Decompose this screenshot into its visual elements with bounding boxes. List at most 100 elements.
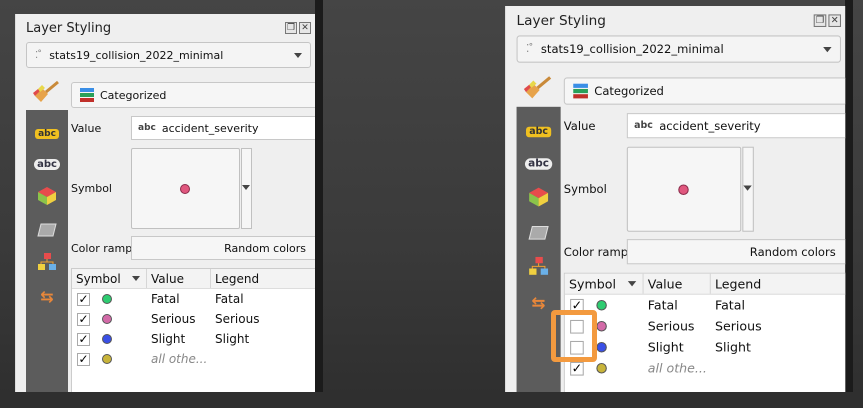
value-label: Value xyxy=(563,119,596,134)
category-legend: Fatal xyxy=(215,292,244,306)
paintbrush-icon xyxy=(33,80,59,102)
column-header-symbol[interactable]: Symbol xyxy=(565,273,644,294)
paintbrush-icon xyxy=(523,76,552,99)
layer-select[interactable]: ⁚˚ stats19_collision_2022_minimal xyxy=(516,35,841,63)
value-field-select[interactable]: abc accident_severity xyxy=(131,116,315,140)
close-icon[interactable]: ✕ xyxy=(828,14,841,27)
categorized-icon xyxy=(80,88,94,102)
symbol-label: Symbol xyxy=(563,182,607,197)
category-value: Fatal xyxy=(647,297,678,313)
history-tab-icon[interactable]: ⇆ xyxy=(34,286,60,306)
float-icon[interactable]: ❐ xyxy=(813,14,827,27)
category-row[interactable]: Serious Serious xyxy=(565,316,845,337)
bottom-bar xyxy=(0,392,863,408)
layer-name: stats19_collision_2022_minimal xyxy=(49,48,224,62)
symbol-label: Symbol xyxy=(71,182,112,195)
symbol-preview xyxy=(678,184,689,195)
renderer-select[interactable]: Categorized xyxy=(71,82,315,108)
text-field-icon: abc xyxy=(138,123,156,133)
category-checkbox[interactable]: ✓ xyxy=(77,332,90,346)
3d-view-tab-icon[interactable] xyxy=(34,186,60,206)
category-checkbox[interactable]: ✓ xyxy=(77,292,90,306)
highlight-box xyxy=(551,310,597,362)
category-row[interactable]: ✓ Slight Slight xyxy=(72,329,315,349)
diagram-tab-icon[interactable] xyxy=(525,256,552,277)
category-legend: Serious xyxy=(715,318,762,334)
stage: Layer Styling ❐ ✕ ⁚˚ stats19_collision_2… xyxy=(0,0,863,392)
history-tab-icon[interactable]: ⇆ xyxy=(525,292,552,313)
map-canvas-edge xyxy=(845,0,853,392)
category-value: Slight xyxy=(151,332,186,346)
category-value: Fatal xyxy=(151,292,180,306)
point-layer-icon: ⁚˚ xyxy=(35,49,42,61)
category-row[interactable]: ✓ all othe... xyxy=(72,349,315,369)
symbol-dropdown-button[interactable] xyxy=(742,146,754,232)
float-icon[interactable]: ❐ xyxy=(285,22,297,34)
text-field-icon: abc xyxy=(634,120,653,131)
symbol-button[interactable] xyxy=(626,146,742,232)
panel-title: Layer Styling xyxy=(26,21,112,36)
category-row[interactable]: ✓ all othe... xyxy=(565,358,845,379)
category-symbol[interactable] xyxy=(102,314,112,324)
labels-tab-icon[interactable]: abc xyxy=(34,124,60,144)
category-checkbox[interactable]: ✓ xyxy=(77,312,90,326)
renderer-label: Categorized xyxy=(100,88,167,102)
value-field-select[interactable]: abc accident_severity xyxy=(626,113,846,139)
chevron-down-icon xyxy=(294,53,302,58)
layer-name: stats19_collision_2022_minimal xyxy=(540,42,724,56)
category-value: all othe... xyxy=(151,352,208,366)
value-label: Value xyxy=(71,122,102,135)
category-symbol[interactable] xyxy=(596,300,607,311)
categories-table: Symbol Value Legend ✓ Fatal Fatal ✓ Serious S… xyxy=(71,268,315,392)
categorized-icon xyxy=(573,83,588,99)
category-legend: Slight xyxy=(215,332,250,346)
category-value: all othe... xyxy=(647,360,707,376)
layer-styling-panel: Layer Styling ❐ ✕ ⁚˚ stats19_collision_2… xyxy=(15,14,315,392)
color-ramp-select[interactable]: Random colors xyxy=(626,239,846,265)
category-symbol[interactable] xyxy=(596,362,607,374)
category-value: Serious xyxy=(647,318,695,334)
color-ramp-select[interactable]: Random colors xyxy=(131,236,315,260)
mesh-tab-icon[interactable] xyxy=(525,222,552,243)
mesh-tab-icon[interactable] xyxy=(34,220,60,240)
layer-select[interactable]: ⁚˚ stats19_collision_2022_minimal xyxy=(26,42,311,68)
category-row[interactable]: Slight Slight xyxy=(565,337,845,358)
category-checkbox[interactable]: ✓ xyxy=(77,352,90,366)
close-icon[interactable]: ✕ xyxy=(299,22,311,34)
category-symbol[interactable] xyxy=(102,334,112,344)
symbol-button[interactable] xyxy=(131,148,240,229)
chevron-down-icon xyxy=(242,185,250,190)
symbol-dropdown-button[interactable] xyxy=(241,148,252,229)
value-field: accident_severity xyxy=(161,121,259,135)
category-legend: Slight xyxy=(715,339,751,355)
column-header-value[interactable]: Value xyxy=(147,269,211,288)
value-field: accident_severity xyxy=(659,118,761,133)
category-row[interactable]: ✓ Fatal Fatal xyxy=(565,295,845,316)
labels-tab-icon[interactable]: abc xyxy=(525,121,552,142)
renderer-select[interactable]: Categorized xyxy=(563,77,846,105)
diagram-tab-icon[interactable] xyxy=(34,252,60,272)
point-layer-icon: ⁚˚ xyxy=(526,43,534,55)
category-symbol[interactable] xyxy=(102,354,112,364)
column-header-legend[interactable]: Legend xyxy=(211,269,315,288)
label-text-tab-icon[interactable]: abc xyxy=(525,153,553,174)
category-symbol[interactable] xyxy=(102,294,112,304)
styling-tabs: abc abc ⇆ xyxy=(26,110,68,392)
categories-table: Symbol Value Legend ✓ Fatal Fatal Serious Se… xyxy=(563,272,846,392)
category-row[interactable]: ✓ Fatal Fatal xyxy=(72,289,315,309)
3d-view-tab-icon[interactable] xyxy=(525,187,552,208)
category-row[interactable]: ✓ Serious Serious xyxy=(72,309,315,329)
sort-indicator-icon xyxy=(132,276,140,281)
map-canvas-edge xyxy=(315,0,323,392)
category-value: Slight xyxy=(647,339,684,355)
label-text-tab-icon[interactable]: abc xyxy=(34,154,60,174)
category-symbol[interactable] xyxy=(596,342,607,353)
color-ramp-label: Color ramp xyxy=(563,245,629,260)
column-header-value[interactable]: Value xyxy=(644,273,711,294)
category-checkbox[interactable]: ✓ xyxy=(570,361,584,376)
column-header-symbol[interactable]: Symbol xyxy=(72,269,147,288)
category-symbol[interactable] xyxy=(596,321,607,332)
category-legend: Serious xyxy=(215,312,260,326)
column-header-legend[interactable]: Legend xyxy=(711,274,845,294)
panel-title: Layer Styling xyxy=(516,13,606,30)
